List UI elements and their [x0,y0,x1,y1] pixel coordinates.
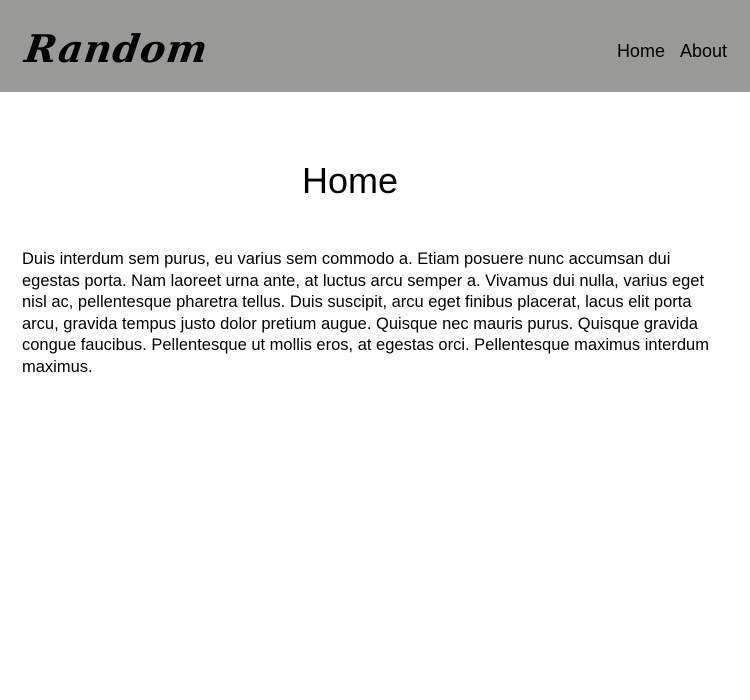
body-paragraph: Duis interdum sem purus, eu varius sem c… [22,250,709,376]
nav-link-about[interactable]: About [680,40,727,62]
nav-link-home[interactable]: Home [617,40,665,62]
page-title: Home [301,160,399,201]
site-logo[interactable]: Random [22,26,211,72]
site-header: Random Home About [0,0,750,92]
main-nav: Home About [617,40,727,62]
